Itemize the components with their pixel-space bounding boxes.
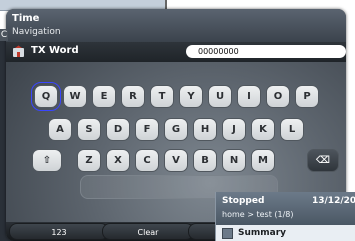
key-u[interactable]: U (208, 85, 232, 108)
key-s[interactable]: S (77, 118, 101, 141)
breadcrumb: home > test (1/8) (222, 210, 294, 219)
player-popup: Stopped 13/12/201 home > test (1/8) Summ… (215, 192, 355, 241)
key-g[interactable]: G (164, 118, 188, 141)
key-o[interactable]: O (266, 85, 290, 108)
popup-date: 13/12/201 (312, 196, 355, 206)
key-l[interactable]: L (280, 118, 304, 141)
key-x[interactable]: X (106, 149, 130, 172)
summary-item[interactable]: Summary (238, 228, 286, 238)
background-window-letter: C (0, 29, 8, 41)
window-title: Time (12, 13, 40, 24)
key-h[interactable]: H (193, 118, 217, 141)
app-icon (13, 45, 24, 57)
tx-word-input[interactable] (186, 45, 346, 58)
key-q[interactable]: Q (31, 82, 61, 111)
key-k[interactable]: K (251, 118, 275, 141)
window-subtitle: Navigation (12, 27, 61, 37)
numbers-button[interactable]: 123 (9, 223, 109, 240)
field-label: TX Word (31, 45, 79, 56)
key-d[interactable]: D (106, 118, 130, 141)
key-r[interactable]: R (121, 85, 145, 108)
playback-status: Stopped (222, 196, 265, 206)
key-c[interactable]: C (135, 149, 159, 172)
key-n[interactable]: N (222, 149, 246, 172)
popup-header: Stopped 13/12/201 home > test (1/8) (216, 192, 355, 225)
backspace-key[interactable]: ⌫ (307, 149, 339, 172)
key-z[interactable]: Z (77, 149, 101, 172)
key-p[interactable]: P (295, 85, 319, 108)
key-w[interactable]: W (63, 85, 87, 108)
shift-key[interactable]: ⇧ (32, 149, 62, 172)
summary-icon (222, 228, 233, 239)
clear-button[interactable]: Clear (102, 223, 194, 240)
field-row: TX Word (6, 42, 346, 62)
key-y[interactable]: Y (179, 85, 203, 108)
key-t[interactable]: T (150, 85, 174, 108)
title-bar: Time Navigation (6, 9, 346, 42)
key-v[interactable]: V (164, 149, 188, 172)
key-i[interactable]: I (237, 85, 261, 108)
key-m[interactable]: M (251, 149, 275, 172)
key-f[interactable]: F (135, 118, 159, 141)
key-j[interactable]: J (222, 118, 246, 141)
key-b[interactable]: B (193, 149, 217, 172)
key-a[interactable]: A (48, 118, 72, 141)
key-e[interactable]: E (92, 85, 116, 108)
